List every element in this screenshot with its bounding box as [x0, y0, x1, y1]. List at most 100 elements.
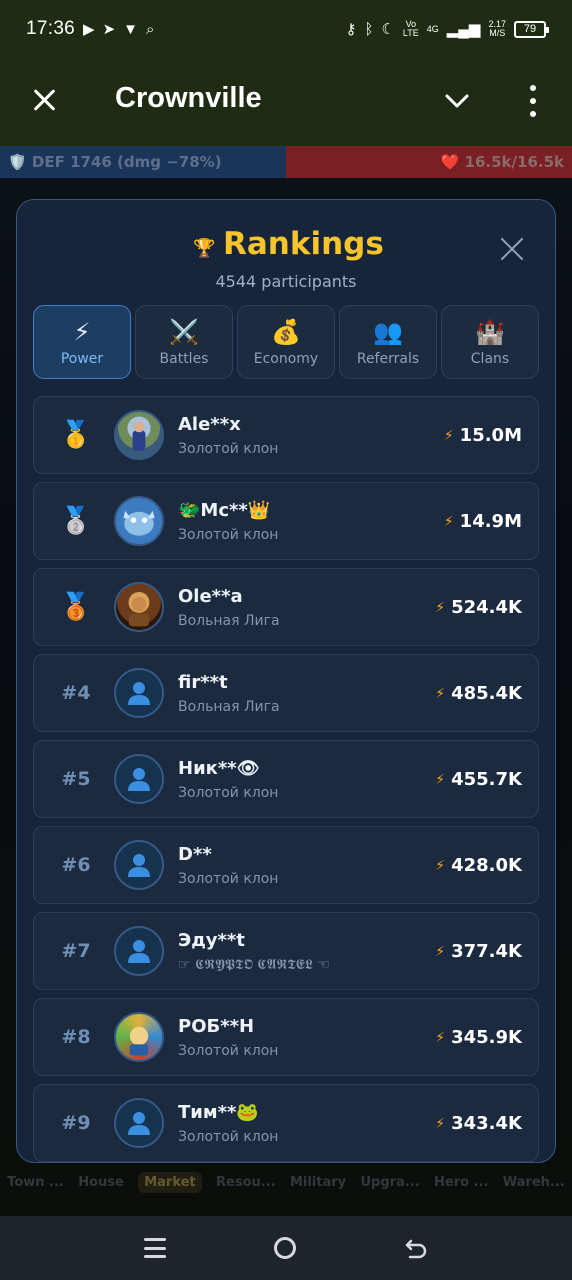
player-clan: Вольная Лига: [178, 613, 280, 629]
rank-cell: 🥉: [46, 569, 106, 645]
player-clan: Золотой клон: [178, 785, 279, 801]
network-type: 4G: [426, 23, 439, 34]
app-title: Crownville: [115, 82, 262, 114]
player-clan: Золотой клон: [178, 1043, 279, 1059]
player-score: ⚡ 14.9M: [444, 511, 522, 532]
defense-bar: 🛡️ DEF 1746 (dmg −78%): [0, 146, 286, 178]
score-value: 15.0M: [459, 425, 522, 446]
rank-number: #4: [61, 682, 91, 704]
player-score: ⚡ 524.4K: [435, 597, 522, 618]
player-name: Эду**t: [178, 930, 245, 951]
ranking-row[interactable]: #7 Эду**t ☞ 𝕮𝕽𝖄𝕻𝕿𝕺 𝕮𝕬𝕽𝕿𝕰𝕷 ☜ ⚡ 377.4K: [33, 912, 539, 990]
player-score: ⚡ 377.4K: [435, 941, 522, 962]
score-value: 524.4K: [451, 597, 522, 618]
ranking-tabs: ⚡ Power ⚔️ Battles 💰 Economy 👥 Referrals…: [33, 305, 539, 381]
score-value: 455.7K: [451, 769, 522, 790]
player-score: ⚡ 485.4K: [435, 683, 522, 704]
avatar: [114, 1012, 164, 1062]
player-score: ⚡ 343.4K: [435, 1113, 522, 1134]
score-value: 377.4K: [451, 941, 522, 962]
lightning-icon: ⚡: [73, 318, 91, 346]
modal-header: 🏆 Rankings 4544 participants: [17, 200, 555, 300]
ranking-row[interactable]: 🥇 Ale**x Золотой клон ⚡ 15.0M: [33, 396, 539, 474]
castle-icon: 🏰: [475, 318, 505, 346]
tab-economy[interactable]: 💰 Economy: [237, 305, 335, 379]
ranking-row[interactable]: #8 РОБ**Н Золотой клон ⚡ 345.9K: [33, 998, 539, 1076]
telegram-icon: ➤: [102, 21, 116, 38]
player-clan: Золотой клон: [178, 441, 279, 457]
close-icon[interactable]: [28, 84, 60, 116]
volte-icon: Vo LTE: [402, 19, 419, 38]
battery-icon: 79: [514, 20, 549, 38]
rankings-list: 🥇 Ale**x Золотой клон ⚡ 15.0M 🥈 🐲Mc**👑 Зо…: [33, 396, 539, 1162]
swords-icon: ⚔️: [169, 318, 199, 346]
modal-title: Rankings: [223, 226, 384, 262]
status-bar: 17:36 ▶ ➤ ▼ ⌕ ⚷ ᛒ ☾ Vo LTE 4G ▂▄▆ 2.17 M/S…: [0, 0, 572, 58]
tab-label: Power: [60, 351, 104, 367]
key-icon: ⚷: [345, 21, 357, 38]
chevron-down-icon[interactable]: [444, 88, 470, 114]
bronze-medal-icon: 🥉: [59, 592, 93, 622]
rank-cell: 🥇: [46, 397, 106, 473]
score-value: 345.9K: [451, 1027, 522, 1048]
ranking-row[interactable]: 🥈 🐲Mc**👑 Золотой клон ⚡ 14.9M: [33, 482, 539, 560]
app-bar: Crownville: [0, 58, 572, 146]
health-bar: ❤️ 16.5k/16.5k: [286, 146, 572, 178]
tab-label: Battles: [159, 351, 209, 367]
rankings-modal: 🏆 Rankings 4544 participants ⚡ Power ⚔️ …: [16, 199, 556, 1163]
lightning-icon: ⚡: [435, 943, 446, 960]
player-name: РОБ**Н: [178, 1016, 255, 1037]
tab-power[interactable]: ⚡ Power: [33, 305, 131, 379]
status-left: 17:36 ▶ ➤ ▼ ⌕: [26, 18, 154, 40]
lightning-icon: ⚡: [435, 599, 446, 616]
ranking-row[interactable]: #6 D** Золотой клон ⚡ 428.0K: [33, 826, 539, 904]
system-nav-bar: [0, 1216, 572, 1280]
tab-clans[interactable]: 🏰 Clans: [441, 305, 539, 379]
player-clan: Вольная Лига: [178, 699, 280, 715]
player-name: fir**t: [178, 672, 228, 693]
tab-label: Referrals: [356, 351, 420, 367]
participants-count: 4544 participants: [215, 272, 357, 291]
player-name: Тим**🐸: [178, 1102, 259, 1123]
more-vert-icon[interactable]: [522, 85, 544, 117]
player-score: ⚡ 345.9K: [435, 1027, 522, 1048]
avatar: [114, 582, 164, 632]
back-icon[interactable]: [404, 1236, 428, 1260]
signal-icon: ▂▄▆: [446, 21, 481, 38]
player-name: D**: [178, 844, 212, 865]
close-icon[interactable]: [499, 236, 525, 262]
home-icon[interactable]: [274, 1237, 296, 1259]
avatar: [114, 840, 164, 890]
tab-referrals[interactable]: 👥 Referrals: [339, 305, 437, 379]
status-right: ⚷ ᛒ ☾ Vo LTE 4G ▂▄▆ 2.17 M/S 79: [345, 19, 549, 38]
rank-number: #7: [61, 940, 91, 962]
player-clan: ☞ 𝕮𝕽𝖄𝕻𝕿𝕺 𝕮𝕬𝕽𝕿𝕰𝕷 ☜: [178, 957, 330, 973]
ranking-row[interactable]: #5 Ник**👁 Золотой клон ⚡ 455.7K: [33, 740, 539, 818]
battery-level: 79: [523, 23, 537, 35]
net-speed-unit: M/S: [489, 28, 506, 38]
money-bag-icon: 💰: [271, 318, 301, 346]
ranking-row[interactable]: 🥉 Ole**a Вольная Лига ⚡ 524.4K: [33, 568, 539, 646]
ranking-row[interactable]: #4 fir**t Вольная Лига ⚡ 485.4K: [33, 654, 539, 732]
player-score: ⚡ 15.0M: [444, 425, 522, 446]
rank-cell: 🥈: [46, 483, 106, 559]
youtube-icon: ▶: [83, 21, 95, 38]
lightning-icon: ⚡: [435, 1115, 446, 1132]
tab-label: Clans: [470, 351, 510, 367]
person-icon: [128, 854, 150, 877]
person-icon: [128, 940, 150, 963]
menu-icon[interactable]: [144, 1238, 166, 1258]
people-icon: 👥: [373, 318, 403, 346]
player-name: Ale**x: [178, 414, 241, 435]
score-value: 485.4K: [451, 683, 522, 704]
bluetooth-icon: ᛒ: [364, 20, 374, 38]
tab-label: Economy: [253, 351, 319, 367]
moon-icon: ☾: [381, 21, 395, 38]
gold-medal-icon: 🥇: [59, 420, 93, 450]
net-speed: 2.17 M/S: [488, 20, 506, 38]
ranking-row[interactable]: #9 Тим**🐸 Золотой клон ⚡ 343.4K: [33, 1084, 539, 1162]
tab-battles[interactable]: ⚔️ Battles: [135, 305, 233, 379]
person-icon: [128, 682, 150, 705]
lightning-icon: ⚡: [443, 427, 454, 444]
score-value: 14.9M: [459, 511, 522, 532]
